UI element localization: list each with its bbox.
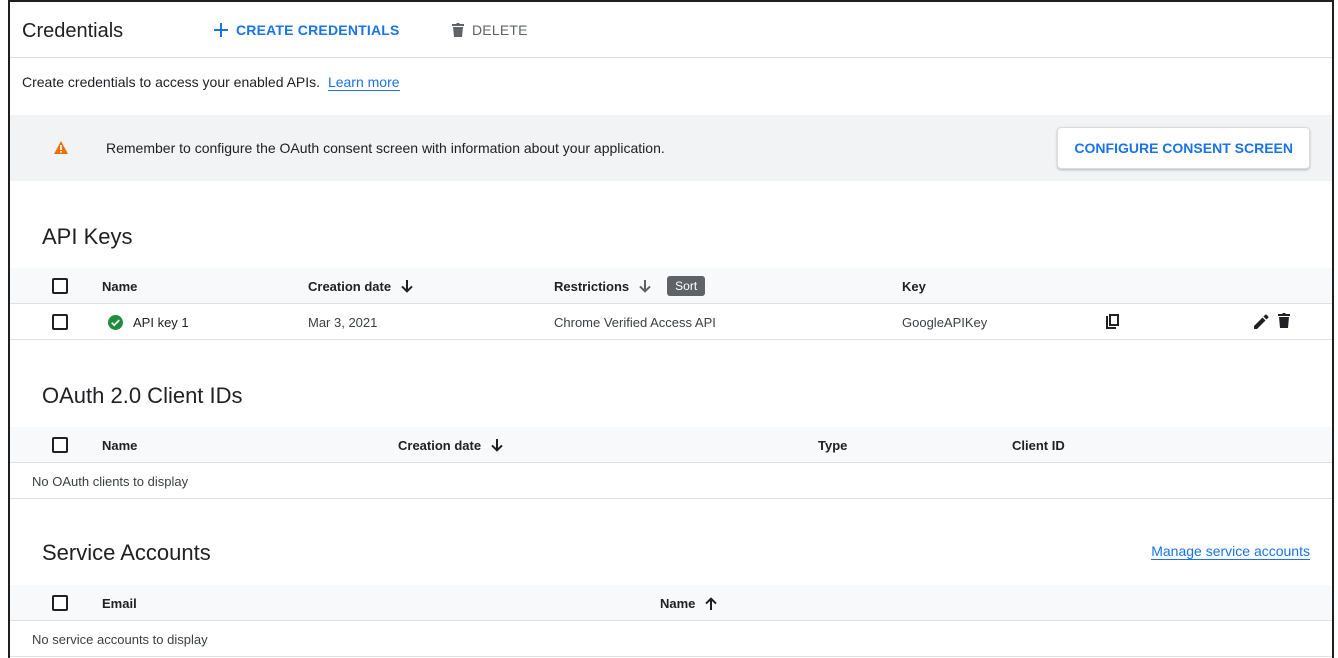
top-bar: Credentials CREATE CREDENTIALS DELETE	[10, 2, 1332, 58]
column-header-type: Type	[818, 438, 848, 453]
service-accounts-empty-row: No service accounts to display	[10, 621, 1332, 657]
restrictions-label: Restrictions	[554, 278, 630, 294]
column-header-name[interactable]: Name	[102, 279, 137, 294]
edit-pencil-icon[interactable]	[1254, 314, 1269, 329]
column-header-name[interactable]: Name	[102, 438, 137, 453]
manage-service-accounts-link[interactable]: Manage service accounts	[1151, 543, 1310, 560]
create-credentials-button[interactable]: CREATE CREDENTIALS	[214, 22, 400, 38]
column-header-creation-date[interactable]: Creation date	[308, 279, 413, 294]
oauth-empty-row: No OAuth clients to display	[10, 463, 1332, 499]
intro-text: Create credentials to access your enable…	[22, 74, 400, 91]
creation-date-label: Creation date	[308, 279, 392, 294]
service-accounts-title: Service Accounts	[42, 540, 211, 565]
column-header-restrictions[interactable]: Restrictions Sort	[554, 276, 706, 296]
banner-message: Remember to configure the OAuth consent …	[106, 140, 665, 156]
intro-description: Create credentials to access your enable…	[22, 74, 321, 90]
api-key-creation-date: Mar 3, 2021	[308, 315, 378, 330]
column-header-creation-date[interactable]: Creation date	[398, 438, 503, 453]
creation-date-label: Creation date	[398, 438, 482, 453]
create-credentials-label: CREATE CREDENTIALS	[236, 22, 400, 38]
learn-more-link[interactable]: Learn more	[327, 74, 400, 91]
plus-icon	[214, 23, 228, 37]
delete-button[interactable]: DELETE	[452, 22, 528, 38]
check-circle-icon	[108, 315, 123, 330]
arrow-up-icon	[705, 597, 718, 610]
select-all-api-keys-checkbox[interactable]	[52, 278, 68, 294]
api-key-value: GoogleAPIKey	[902, 315, 988, 330]
oauth-client-ids-title: OAuth 2.0 Client IDs	[42, 383, 243, 408]
arrow-down-icon	[401, 280, 413, 293]
oauth-warning-banner: Remember to configure the OAuth consent …	[10, 115, 1332, 181]
oauth-empty-message: No OAuth clients to display	[32, 474, 189, 489]
page-title: Credentials	[22, 20, 124, 42]
column-header-key: Key	[902, 279, 926, 294]
arrow-down-icon	[639, 279, 651, 293]
select-all-oauth-checkbox[interactable]	[52, 437, 68, 453]
service-accounts-header-row: Email Name	[10, 585, 1332, 621]
api-keys-title: API Keys	[42, 224, 133, 249]
arrow-down-icon	[491, 439, 503, 452]
service-accounts-empty-message: No service accounts to display	[32, 632, 208, 647]
sort-tooltip: Sort	[667, 276, 706, 296]
api-key-name-cell[interactable]: API key 1	[108, 315, 189, 330]
delete-label: DELETE	[472, 22, 528, 38]
credentials-page: Credentials CREATE CREDENTIALS DELETE Cr…	[8, 0, 1334, 658]
warning-icon	[54, 141, 68, 159]
select-all-service-accounts-checkbox[interactable]	[52, 595, 68, 611]
trash-icon[interactable]	[1278, 313, 1290, 328]
api-key-restrictions: Chrome Verified Access API	[554, 315, 716, 330]
api-key-name[interactable]: API key 1	[133, 315, 189, 330]
trash-icon	[452, 23, 464, 37]
column-header-name[interactable]: Name	[660, 596, 718, 611]
column-header-client-id: Client ID	[1012, 438, 1065, 453]
column-header-email[interactable]: Email	[102, 596, 137, 611]
oauth-header-row: Name Creation date Type Client ID	[10, 427, 1332, 463]
copy-icon[interactable]	[1106, 314, 1119, 329]
table-row[interactable]: API key 1 Mar 3, 2021 Chrome Verified Ac…	[10, 304, 1332, 340]
name-label: Name	[660, 596, 696, 611]
api-keys-header-row: Name Creation date Restrictions Sort Key	[10, 268, 1332, 304]
configure-consent-screen-button[interactable]: CONFIGURE CONSENT SCREEN	[1057, 127, 1310, 169]
row-checkbox[interactable]	[52, 314, 68, 330]
